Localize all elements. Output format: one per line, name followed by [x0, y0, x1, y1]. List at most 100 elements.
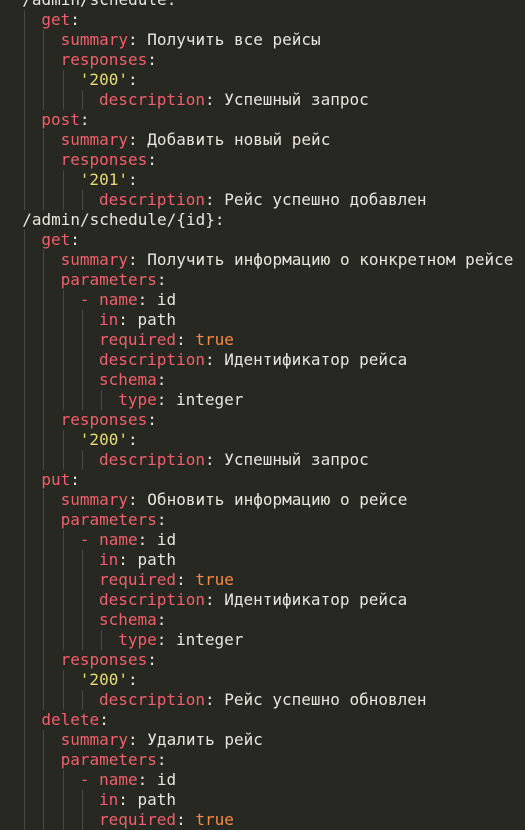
indent-guide: [43, 150, 45, 170]
code-line: post:: [0, 110, 525, 130]
indent-guide: [24, 310, 26, 330]
code-line-content: put:: [41, 470, 80, 490]
token-text: Обновить информацию о рейсе: [147, 490, 408, 509]
indent-guide: [81, 570, 83, 590]
token-punct: :: [156, 370, 167, 389]
code-line-content: parameters:: [61, 270, 167, 290]
indent-guide: [81, 590, 83, 610]
token-punct: :: [156, 750, 167, 769]
code-line-content: /admin/schedule/{id}:: [22, 210, 224, 230]
indent-guide: [24, 630, 26, 650]
token-punct: :: [128, 130, 148, 149]
token-key: delete: [41, 710, 100, 729]
code-line: type: integer: [0, 390, 525, 410]
code-line-content: required: true: [99, 570, 234, 590]
code-line: summary: Удалить рейс: [0, 730, 525, 750]
token-key: summary: [60, 30, 129, 49]
indent-guide: [62, 310, 64, 330]
code-line: summary: Добавить новый рейс: [0, 130, 525, 150]
token-punct: :: [70, 230, 80, 249]
token-key: summary: [60, 490, 129, 509]
indent-guide: [24, 590, 26, 610]
token-key: post: [41, 110, 80, 129]
code-line-content: description: Идентификатор рейса: [99, 350, 407, 370]
token-punct: :: [127, 430, 138, 449]
token-punct: :: [118, 550, 138, 569]
indent-guide: [24, 510, 26, 530]
token-punct: :: [70, 470, 80, 489]
token-text: Рейс успешно обновлен: [224, 690, 427, 709]
token-text: path: [137, 310, 177, 329]
token-key: responses: [60, 410, 148, 429]
indent-guide: [43, 190, 45, 210]
code-line-content: - name: id: [80, 530, 176, 550]
token-key: name: [99, 290, 138, 309]
code-line: in: path: [0, 550, 525, 570]
indent-guide: [62, 770, 64, 790]
token-punct: :: [128, 250, 148, 269]
indent-guide: [24, 750, 26, 770]
indent-guide: [62, 430, 64, 450]
code-line-content: '201':: [80, 170, 138, 190]
indent-guide: [24, 370, 26, 390]
indent-guide: [43, 430, 45, 450]
indent-guide: [24, 470, 26, 490]
token-text: Рейс успешно добавлен: [224, 190, 427, 209]
token-punct: :: [128, 730, 148, 749]
indent-guide: [24, 10, 26, 30]
code-line: description: Успешный запрос: [0, 90, 525, 110]
token-punct: :: [118, 790, 138, 809]
indent-guide: [24, 450, 26, 470]
token-punct: :: [156, 610, 167, 629]
token-punct: :: [127, 670, 138, 689]
indent-guide: [43, 50, 45, 70]
token-dash: -: [79, 530, 100, 549]
indent-guide: [81, 550, 83, 570]
token-punct: :: [204, 90, 225, 109]
code-line: /admin/schedule:: [0, 0, 525, 10]
indent-guide: [43, 590, 45, 610]
token-punct: :: [204, 450, 225, 469]
token-text: /admin/schedule: [22, 0, 167, 9]
indent-guide: [24, 550, 26, 570]
token-punct: :: [128, 30, 148, 49]
indent-guide: [24, 270, 26, 290]
indent-guide: [81, 350, 83, 370]
code-line-content: responses:: [61, 50, 157, 70]
token-punct: :: [147, 410, 157, 429]
code-line: description: Идентификатор рейса: [0, 350, 525, 370]
token-punct: :: [167, 0, 177, 9]
code-line-content: type: integer: [118, 630, 243, 650]
code-line-content: required: true: [99, 330, 234, 350]
indent-guide: [101, 390, 102, 410]
token-key: description: [99, 450, 205, 469]
token-key: description: [99, 90, 205, 109]
indent-guide: [43, 350, 45, 370]
indent-guide: [62, 550, 64, 570]
code-line: - name: id: [0, 770, 525, 790]
code-line: description: Успешный запрос: [0, 450, 525, 470]
indent-guide: [24, 810, 26, 830]
code-line-content: - name: id: [80, 770, 176, 790]
token-text: Идентификатор рейса: [224, 350, 408, 369]
code-line: '200':: [0, 430, 525, 450]
indent-guide: [81, 190, 83, 210]
token-text: id: [156, 530, 177, 549]
code-editor[interactable]: /admin/schedule:get:summary: Получить вс…: [0, 0, 525, 830]
code-line-content: summary: Обновить информацию о рейсе: [61, 490, 408, 510]
token-bool: true: [195, 570, 234, 589]
indent-guide: [24, 70, 26, 90]
code-line-content: schema:: [99, 610, 166, 630]
token-punct: :: [99, 710, 109, 729]
indent-guide: [43, 310, 45, 330]
indent-guide: [43, 610, 45, 630]
indent-guide: [24, 730, 26, 750]
code-line-content: description: Идентификатор рейса: [99, 590, 407, 610]
indent-guide: [43, 790, 45, 810]
code-line: parameters:: [0, 270, 525, 290]
indent-guide: [43, 650, 45, 670]
code-line: summary: Получить все рейсы: [0, 30, 525, 50]
indent-guide: [43, 170, 45, 190]
code-line: responses:: [0, 410, 525, 430]
token-key: description: [99, 350, 205, 369]
